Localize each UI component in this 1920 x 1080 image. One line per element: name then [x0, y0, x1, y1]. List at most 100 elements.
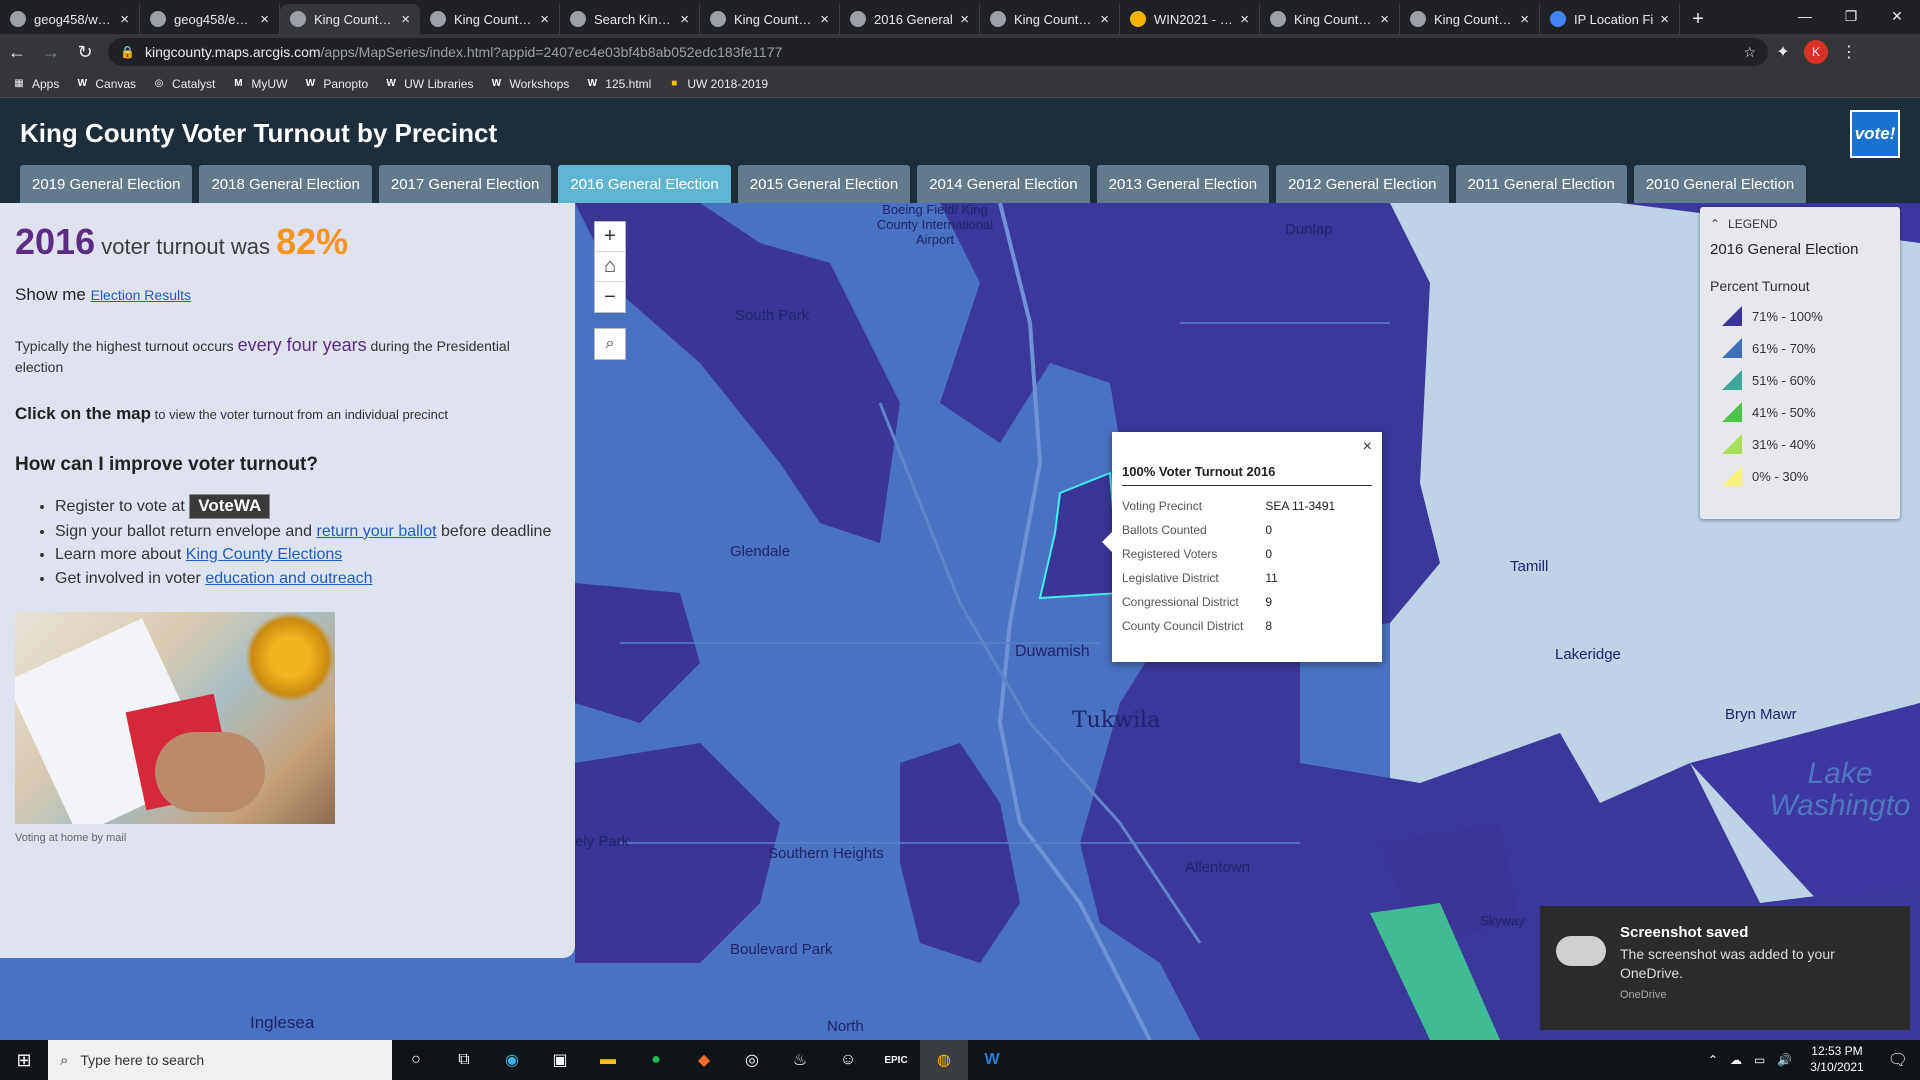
tab-2016-general[interactable]: 2016 General Election [558, 165, 731, 203]
epic-games-icon[interactable]: EPIC [872, 1040, 920, 1080]
close-icon[interactable]: × [1100, 11, 1109, 28]
bookmark-125-html[interactable]: W 125.html [585, 77, 652, 91]
close-icon[interactable]: × [260, 11, 269, 28]
close-icon[interactable]: × [1380, 11, 1389, 28]
bookmark-star-icon[interactable]: ☆ [1743, 44, 1756, 61]
bookmark-catalyst[interactable]: ◎ Catalyst [152, 76, 216, 91]
menu-icon[interactable]: ⋮ [1834, 37, 1864, 67]
forward-icon[interactable]: → [34, 36, 68, 68]
page-icon [570, 11, 586, 27]
spotify-icon[interactable]: ● [632, 1040, 680, 1080]
page-icon [990, 11, 1006, 27]
return-ballot-link[interactable]: return your ballot [317, 523, 437, 540]
tab-2010-general[interactable]: 2010 General Election [1633, 165, 1807, 203]
popup-close-icon[interactable]: × [1363, 438, 1372, 456]
zoom-out-button[interactable]: − [595, 282, 625, 312]
chrome-icon[interactable]: ◍ [920, 1040, 968, 1080]
bookmark-label: MyUW [251, 76, 288, 91]
file-explorer-icon[interactable]: ▬ [584, 1040, 632, 1080]
list-item: Get involved in voter education and outr… [55, 568, 560, 590]
task-view-icon[interactable]: ⧉ [440, 1040, 488, 1080]
votewa-logo-link[interactable]: VoteWA [189, 493, 271, 519]
discord-icon[interactable]: ☺ [824, 1040, 872, 1080]
new-tab-button[interactable]: + [1680, 4, 1716, 34]
map-label-bryn-mawr: Bryn Mawr [1725, 706, 1797, 723]
close-icon[interactable]: × [1660, 11, 1669, 28]
bookmark-workshops[interactable]: W Workshops [489, 77, 570, 91]
browser-tab[interactable]: WIN2021 - Go × [1120, 4, 1260, 34]
notifications-icon[interactable]: 🗨 [1888, 1050, 1908, 1070]
legend-item-label: 51% - 60% [1752, 372, 1816, 388]
bookmark-canvas[interactable]: W Canvas [75, 77, 136, 91]
king-county-elections-link[interactable]: King County Elections [186, 546, 343, 563]
tab-2019-general[interactable]: 2019 General Election [20, 165, 193, 203]
tray-chevron-up-icon[interactable]: ⌃ [1708, 1053, 1718, 1067]
close-icon[interactable]: × [1240, 11, 1249, 28]
home-button[interactable]: ⌂ [595, 252, 625, 282]
back-icon[interactable]: ← [0, 36, 34, 68]
browser-tab[interactable]: IP Location Fi × [1540, 4, 1680, 34]
windows-start-icon[interactable]: ⊞ [0, 1040, 48, 1080]
bookmark-uw-libraries[interactable]: W UW Libraries [384, 77, 473, 91]
tab-2014-general[interactable]: 2014 General Election [917, 165, 1090, 203]
profile-avatar[interactable]: K [1804, 40, 1828, 64]
close-icon[interactable]: × [820, 11, 829, 28]
map-search-button[interactable]: ⌕ [594, 328, 626, 360]
extensions-icon[interactable]: ✦ [1768, 37, 1798, 67]
browser-tab[interactable]: Search King C × [560, 4, 700, 34]
tab-title: geog458/week [34, 11, 115, 27]
volume-icon[interactable]: 🔊 [1777, 1053, 1792, 1067]
tab-2012-general[interactable]: 2012 General Election [1276, 165, 1449, 203]
minimize-icon[interactable]: — [1782, 0, 1828, 32]
close-icon[interactable]: × [1520, 11, 1529, 28]
cortana-icon[interactable]: ○ [392, 1040, 440, 1080]
word-icon[interactable]: W [968, 1040, 1016, 1080]
bookmark-apps[interactable]: ▦ Apps [12, 77, 59, 91]
legend-header[interactable]: ⌃ LEGEND [1710, 217, 1890, 231]
taskbar-clock[interactable]: 12:53 PM 3/10/2021 [1810, 1044, 1863, 1075]
browser-tab[interactable]: King County G × [980, 4, 1120, 34]
bookmark-folder-uw[interactable]: ■ UW 2018-2019 [667, 77, 768, 91]
tab-2013-general[interactable]: 2013 General Election [1096, 165, 1270, 203]
chevron-up-icon[interactable]: ⌃ [1710, 217, 1720, 231]
browser-tab[interactable]: King County V × [1400, 4, 1540, 34]
onedrive-notification[interactable]: Screenshot saved The screenshot was adde… [1540, 906, 1910, 1030]
close-icon[interactable]: × [680, 11, 689, 28]
tab-2015-general[interactable]: 2015 General Election [737, 165, 911, 203]
bookmark-label: Catalyst [172, 76, 216, 91]
origin-icon[interactable]: ◆ [680, 1040, 728, 1080]
steam-icon[interactable]: ♨ [776, 1040, 824, 1080]
network-icon[interactable]: ▭ [1754, 1053, 1765, 1067]
taskbar-search-input[interactable]: ⌕ Type here to search [48, 1040, 392, 1080]
browser-tab[interactable]: King County V × [420, 4, 560, 34]
restore-icon[interactable]: ❐ [1828, 0, 1874, 32]
onedrive-tray-icon[interactable]: ☁ [1730, 1053, 1742, 1067]
close-icon[interactable]: × [401, 11, 410, 28]
browser-tab[interactable]: King County G × [700, 4, 840, 34]
store-icon[interactable]: ▣ [536, 1040, 584, 1080]
ubisoft-icon[interactable]: ◎ [728, 1040, 776, 1080]
browser-tab[interactable]: geog458/week × [0, 4, 140, 34]
close-icon[interactable]: × [540, 11, 549, 28]
election-results-link[interactable]: Election Results [91, 287, 191, 303]
legend-swatch [1722, 306, 1742, 326]
bookmark-label: Apps [32, 76, 60, 91]
browser-tab[interactable]: King County V × [1260, 4, 1400, 34]
tab-2017-general[interactable]: 2017 General Election [378, 165, 552, 203]
close-icon[interactable]: × [960, 11, 969, 28]
map-label-tamill: Tamill [1510, 558, 1549, 575]
browser-tab[interactable]: 2016 General × [840, 4, 980, 34]
tab-2011-general[interactable]: 2011 General Election [1455, 165, 1627, 203]
browser-tab[interactable]: geog458/essa × [140, 4, 280, 34]
reload-icon[interactable]: ↻ [68, 36, 102, 68]
bookmark-panopto[interactable]: W Panopto [303, 77, 368, 91]
tab-2018-general[interactable]: 2018 General Election [199, 165, 372, 203]
education-outreach-link[interactable]: education and outreach [205, 570, 372, 587]
edge-icon[interactable]: ◉ [488, 1040, 536, 1080]
close-window-icon[interactable]: ✕ [1874, 0, 1920, 32]
url-input[interactable]: 🔒 kingcounty.maps.arcgis.com/apps/MapSer… [108, 38, 1768, 66]
zoom-in-button[interactable]: + [595, 222, 625, 252]
browser-tab-active[interactable]: King County V × [280, 4, 420, 34]
bookmark-myuw[interactable]: M MyUW [231, 77, 287, 91]
close-icon[interactable]: × [120, 11, 129, 28]
